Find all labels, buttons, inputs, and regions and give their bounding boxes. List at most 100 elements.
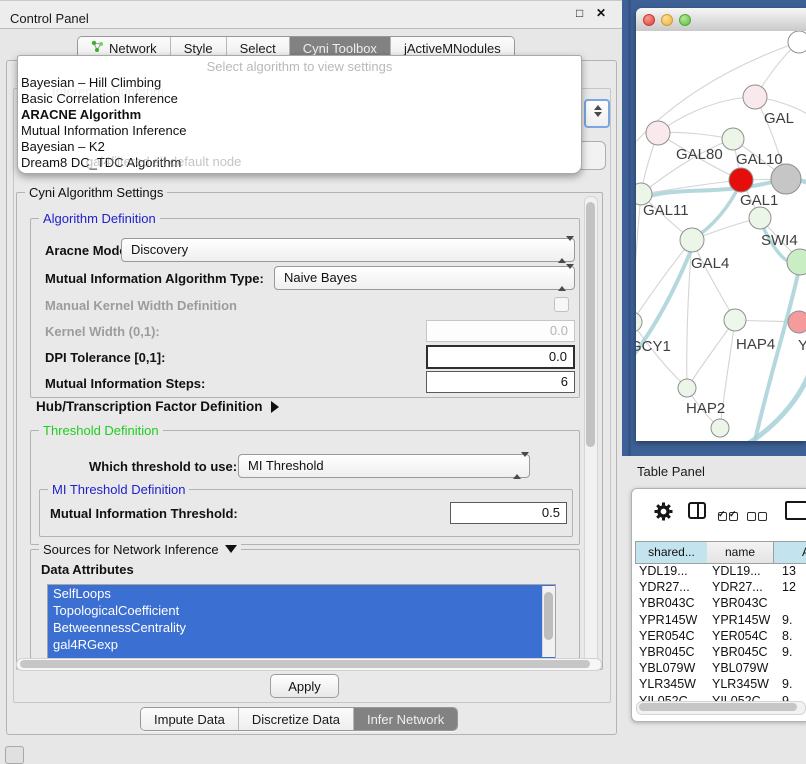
document-icon[interactable] — [785, 501, 806, 520]
algorithm-definition-title: Algorithm Definition — [39, 211, 160, 226]
attribute-item[interactable]: SelfLoops — [48, 585, 555, 602]
SWI4-node[interactable] — [749, 207, 771, 229]
GAL1-node[interactable] — [729, 168, 753, 192]
network-edge[interactable] — [636, 322, 687, 388]
network-edge-strong[interactable] — [746, 361, 806, 441]
algorithm-option[interactable]: Bayesian – Hill Climbing — [21, 75, 161, 91]
tab-discretize-data[interactable]: Discretize Data — [239, 708, 354, 730]
table-cell: YBL079W — [632, 661, 705, 675]
algorithm-option[interactable]: Dream8 DC_TDC Algorithm — [21, 155, 181, 171]
GAL4-node[interactable] — [680, 228, 704, 252]
hub-definition-toggle[interactable]: Hub/Transcription Factor Definition — [36, 399, 279, 414]
GAL10-node[interactable] — [722, 128, 744, 150]
salmon-node[interactable] — [788, 311, 806, 333]
scrollbar-thumb[interactable] — [586, 202, 595, 447]
zoom-window-icon[interactable] — [679, 14, 691, 26]
collapsed-panel-icon[interactable] — [5, 746, 24, 764]
mi-threshold-field[interactable]: 0.5 — [450, 502, 567, 524]
settings-vertical-scrollbar[interactable] — [584, 196, 598, 668]
attributes-vertical-scrollbar[interactable] — [542, 586, 555, 657]
table-row[interactable]: YER054CYER054C8. — [632, 628, 806, 644]
network-window-titlebar[interactable] — [636, 8, 806, 32]
GCY1-node[interactable] — [636, 312, 642, 332]
kernel-width-field[interactable]: 0.0 — [426, 320, 575, 342]
aracne-mode-combobox[interactable]: Discovery — [121, 238, 575, 262]
mi-algorithm-type-combobox[interactable]: Naive Bayes — [274, 266, 575, 290]
table-cell: YBR045C — [632, 645, 705, 659]
table-row[interactable]: YBR043CYBR043C — [632, 595, 806, 611]
table-cell: 12 — [771, 580, 806, 594]
dpi-tolerance-label: DPI Tolerance [0,1]: — [45, 350, 165, 365]
algorithm-option-selected[interactable]: ARACNE Algorithm — [21, 107, 141, 123]
table-row[interactable]: YDR27...YDR27...12 — [632, 579, 806, 595]
select-all-checks-icon[interactable] — [718, 508, 740, 526]
gray-node[interactable] — [771, 164, 801, 194]
split-panel-icon[interactable] — [688, 502, 706, 519]
hidden-combobox-fragment — [584, 99, 610, 128]
table-row[interactable]: YBR045CYBR045C9. — [632, 644, 806, 660]
kernel-width-label: Kernel Width (0,1): — [45, 324, 160, 339]
table-cell: YPR145W — [632, 613, 705, 627]
mi-steps-field[interactable]: 6 — [426, 371, 575, 393]
table-row[interactable]: YBL079WYBL079W — [632, 660, 806, 676]
network-edge[interactable] — [687, 320, 735, 388]
algorithm-option[interactable]: Basic Correlation Inference — [21, 91, 178, 107]
data-attributes-list[interactable]: SelfLoops TopologicalCoefficient Between… — [47, 584, 556, 659]
mi-algorithm-type-label: Mutual Information Algorithm Type: — [45, 271, 264, 286]
algorithm-option[interactable]: Bayesian – K2 — [21, 139, 105, 155]
tab-impute-data[interactable]: Impute Data — [141, 708, 239, 730]
HAP4-node[interactable] — [724, 309, 746, 331]
which-threshold-combobox[interactable]: MI Threshold — [238, 454, 530, 478]
attribute-item[interactable]: TopologicalCoefficient — [48, 602, 555, 619]
right-green-node[interactable] — [787, 249, 806, 275]
table-cell: YDR27... — [632, 580, 705, 594]
attribute-item[interactable]: gal4RGexp — [48, 636, 555, 653]
table-row[interactable]: YLR345WYLR345W9. — [632, 676, 806, 692]
gal-partial-node[interactable] — [743, 85, 767, 109]
attribute-item[interactable]: BetweennessCentrality — [48, 619, 555, 636]
bottom-node[interactable] — [711, 419, 729, 437]
network-edge-strong[interactable] — [754, 265, 800, 441]
table-panel-title: Table Panel — [637, 464, 705, 479]
tab-network-label: Network — [109, 41, 157, 56]
scrollbar-thumb[interactable] — [20, 660, 590, 668]
GAL80-node[interactable] — [646, 121, 670, 145]
node-label: GAL11 — [643, 202, 689, 219]
column-header-shared[interactable]: shared... — [635, 541, 708, 564]
manual-kernel-width-checkbox[interactable] — [554, 297, 569, 312]
close-window-icon[interactable] — [643, 14, 655, 26]
algorithm-option[interactable]: Mutual Information Inference — [21, 123, 186, 139]
table-cell: 9. — [771, 645, 806, 659]
top-node[interactable] — [788, 31, 806, 53]
network-edge[interactable] — [636, 194, 641, 322]
scrollbar-thumb[interactable] — [639, 703, 797, 711]
gear-icon[interactable] — [654, 502, 673, 526]
scrollbar-thumb[interactable] — [544, 592, 553, 640]
expanded-arrow-icon — [225, 545, 237, 553]
aracne-mode-label: Aracne Mode: — [45, 243, 131, 258]
float-panel-icon[interactable]: □ — [576, 6, 583, 20]
column-header-partial[interactable]: A — [774, 541, 806, 564]
column-header-name[interactable]: name — [707, 541, 774, 564]
table-cell: YBR043C — [632, 596, 705, 610]
network-canvas[interactable]: GALGAL80GAL10GAL1GAL11SWI4GAL4GCY1HAP4YH… — [636, 31, 806, 441]
table-row[interactable]: YPR145WYPR145W9. — [632, 612, 806, 628]
sources-title[interactable]: Sources for Network Inference — [39, 542, 241, 557]
tab-infer-network[interactable]: Infer Network — [354, 708, 457, 730]
close-panel-icon[interactable]: ✕ — [596, 6, 606, 20]
network-edge[interactable] — [692, 240, 735, 320]
apply-button[interactable]: Apply — [270, 674, 339, 698]
table-cell: YLR345W — [705, 677, 771, 691]
dpi-tolerance-field[interactable]: 0.0 — [426, 345, 575, 369]
table-cell: YER054C — [705, 629, 771, 643]
table-cell: YLR345W — [632, 677, 705, 691]
network-icon — [91, 40, 104, 56]
mi-threshold-definition-title: MI Threshold Definition — [48, 482, 189, 497]
minimize-window-icon[interactable] — [661, 14, 673, 26]
settings-horizontal-scrollbar[interactable] — [16, 658, 602, 671]
table-horizontal-scrollbar[interactable] — [636, 701, 806, 715]
table-row[interactable]: YDL19...YDL19...13 — [632, 563, 806, 579]
clear-all-checks-icon[interactable] — [747, 508, 769, 526]
network-edge[interactable] — [658, 97, 755, 133]
HAP2-node[interactable] — [678, 379, 696, 397]
